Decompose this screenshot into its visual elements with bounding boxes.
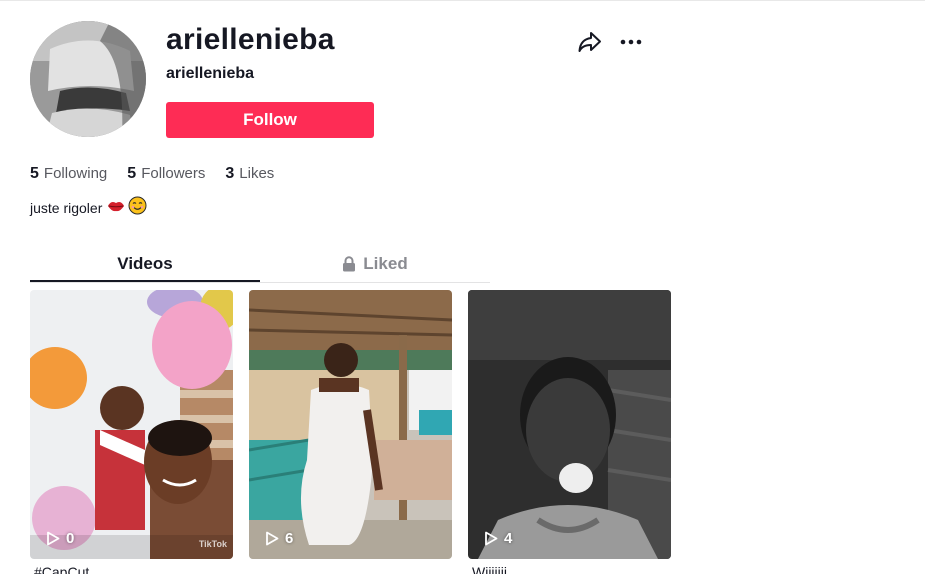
stat-label: Followers bbox=[141, 165, 206, 182]
video-card[interactable]: 4 bbox=[468, 290, 671, 559]
view-count-value: 4 bbox=[504, 530, 513, 547]
video-caption[interactable]: Wiiiiiii bbox=[472, 563, 507, 574]
play-icon bbox=[484, 531, 498, 546]
profile-tabs: Videos Liked bbox=[30, 246, 490, 283]
stat-number: 5 bbox=[30, 165, 39, 182]
lips-emoji-icon bbox=[107, 198, 125, 218]
profile-bio: juste rigoler bbox=[30, 196, 147, 220]
stat-label: Likes bbox=[239, 165, 275, 182]
profile-page: ariellenieba ariellenieba Follow 5 Follow… bbox=[0, 0, 925, 574]
video-thumbnail bbox=[30, 290, 233, 559]
tiktok-watermark: TikTok bbox=[198, 539, 227, 549]
view-count-value: 0 bbox=[66, 530, 75, 547]
play-icon bbox=[46, 531, 60, 546]
view-count: 6 bbox=[265, 530, 293, 547]
profile-stats: 5 Following 5 Followers 3 Likes bbox=[30, 164, 294, 184]
stat-label: Following bbox=[43, 165, 108, 182]
smiling-face-emoji-icon bbox=[128, 196, 147, 220]
stat-followers[interactable]: 5 Followers bbox=[127, 164, 205, 184]
share-icon bbox=[578, 31, 601, 52]
view-count-value: 6 bbox=[285, 530, 294, 547]
more-dots-icon bbox=[620, 39, 642, 45]
view-count: 0 bbox=[46, 530, 74, 547]
stat-number: 5 bbox=[127, 165, 137, 182]
video-thumbnail bbox=[249, 290, 452, 559]
tab-label: Videos bbox=[117, 253, 173, 273]
active-tab-indicator bbox=[30, 280, 260, 282]
follow-button[interactable]: Follow bbox=[166, 102, 374, 138]
page-title: ariellenieba bbox=[166, 23, 335, 56]
stat-following[interactable]: 5 Following bbox=[30, 164, 107, 184]
page-subtitle: ariellenieba bbox=[166, 65, 255, 82]
more-options-button[interactable] bbox=[615, 29, 645, 55]
play-icon bbox=[265, 531, 279, 546]
tab-liked[interactable]: Liked bbox=[260, 246, 490, 281]
video-thumbnail bbox=[468, 290, 671, 559]
tab-videos[interactable]: Videos bbox=[30, 246, 260, 281]
stat-likes: 3 Likes bbox=[225, 164, 274, 184]
avatar-photo bbox=[30, 21, 146, 137]
top-divider bbox=[0, 0, 925, 1]
share-button[interactable] bbox=[575, 29, 605, 57]
video-caption[interactable]: #CapCut bbox=[34, 563, 89, 574]
stat-number: 3 bbox=[225, 165, 235, 182]
lock-icon bbox=[342, 255, 356, 272]
video-card[interactable]: 0 TikTok bbox=[30, 290, 233, 559]
tab-label: Liked bbox=[363, 253, 408, 273]
avatar[interactable] bbox=[30, 21, 146, 137]
view-count: 4 bbox=[484, 530, 512, 547]
video-card[interactable]: 6 bbox=[249, 290, 452, 559]
bio-text: juste rigoler bbox=[30, 200, 103, 216]
